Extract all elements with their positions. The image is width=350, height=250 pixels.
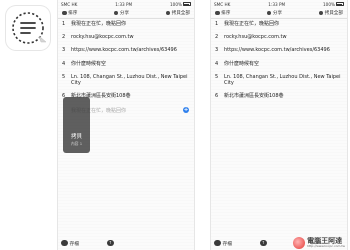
save-icon[interactable]: [61, 239, 68, 247]
clock: 1:33 PM: [115, 1, 133, 7]
sort-label: 排序: [221, 11, 231, 16]
item-text: Ln. 108, Changan St., Luzhou Dist., New …: [224, 73, 341, 87]
list-item[interactable]: 2 rocky.hsu@kocpc.com.tw: [62, 34, 190, 40]
watermark-logo-icon: [293, 237, 306, 249]
battery-percent: 100%: [170, 1, 182, 7]
popup-title: 拷貝: [70, 133, 82, 140]
item-text: 新北市蘆洲區長安街108巷: [224, 93, 284, 100]
list-item[interactable]: 6 新北市蘆洲區長安街108巷: [215, 93, 343, 99]
list-item[interactable]: 1 我現在正在忙，晚點回你: [215, 21, 343, 27]
share-up-icon[interactable]: ↑: [107, 239, 114, 247]
sort-icon: [62, 10, 67, 16]
item-text: 你什麼時候有空: [224, 60, 260, 67]
watermark: 電腦王阿達 http://www.kocpc.com.tw: [293, 237, 345, 249]
clip-list: 1 我現在正在忙，晚點回你 2 rocky.hsu@kocpc.com.tw 3…: [211, 19, 347, 100]
share-label: 分享: [119, 11, 130, 16]
item-number: 2: [215, 34, 219, 41]
copy-all-label: 拷貝全部: [324, 11, 343, 16]
list-item[interactable]: 5 Ln. 108, Changan St., Luzhou Dist., Ne…: [62, 74, 190, 87]
sort-button[interactable]: 排序: [60, 9, 79, 17]
watermark-url: http://www.kocpc.com.tw: [307, 244, 345, 248]
battery-percent: 100%: [323, 1, 335, 7]
list-item[interactable]: 1 我現在正在忙，晚點回你: [62, 21, 190, 27]
item-text: 我現在正在忙，晚點回你: [71, 21, 127, 27]
item-number: 1: [62, 21, 66, 27]
toolbar: 排序 分享 拷貝全部: [211, 8, 347, 19]
clock: 1:33 PM: [268, 1, 286, 7]
notepad-app-icon: [6, 6, 50, 50]
item-text: rocky.hsu@kocpc.com.tw: [71, 34, 134, 41]
list-item[interactable]: 4 你什麼時候有空: [62, 61, 190, 67]
item-number: 4: [62, 60, 66, 67]
carrier-label: SMC HK: [214, 1, 231, 7]
item-text: rocky.hsu@kocpc.com.tw: [224, 34, 287, 41]
sort-button[interactable]: 排序: [213, 9, 232, 17]
battery-icon: [336, 2, 344, 6]
copy-all-button[interactable]: 拷貝全部: [164, 9, 192, 17]
phone-screen: SMC HK 1:33 PM 100% 排序 分享 拷貝全部 1 我現在正在忙，…: [210, 0, 348, 250]
item-number: 3: [215, 47, 219, 54]
item-text: https://www.kocpc.com.tw/archives/63496: [71, 47, 177, 54]
copy-all-icon: [165, 10, 171, 16]
copy-all-button[interactable]: 拷貝全部: [317, 9, 345, 17]
save-button-label[interactable]: 存檔: [70, 240, 80, 247]
save-icon[interactable]: [214, 239, 221, 247]
status-bar: SMC HK 1:33 PM 100%: [211, 0, 347, 8]
list-item[interactable]: 3 https://www.kocpc.com.tw/archives/6349…: [62, 47, 190, 53]
add-icon[interactable]: +: [183, 107, 189, 114]
share-icon: [266, 10, 272, 16]
item-number: 5: [215, 73, 219, 80]
carrier-label: SMC HK: [61, 1, 78, 7]
item-text: 我現在正在忙，晚點回你: [224, 21, 280, 27]
share-button[interactable]: 分享: [265, 9, 284, 17]
copied-popup: 拷貝 內容 1: [63, 97, 90, 153]
item-number: 6: [215, 93, 219, 100]
save-button-label[interactable]: 存檔: [223, 240, 233, 247]
battery-icon: [183, 2, 191, 6]
item-number: 1: [215, 21, 219, 27]
item-text: 你什麼時候有空: [71, 60, 107, 67]
sort-label: 排序: [68, 11, 78, 16]
share-label: 分享: [272, 11, 283, 16]
status-bar: SMC HK 1:33 PM 100%: [58, 0, 194, 8]
item-number: 5: [62, 73, 66, 80]
item-text: Ln. 108, Changan St., Luzhou Dist., New …: [71, 73, 188, 87]
share-up-icon[interactable]: ↑: [260, 239, 267, 247]
list-item[interactable]: 4 你什麼時候有空: [215, 61, 343, 67]
watermark-text: 電腦王阿達 http://www.kocpc.com.tw: [307, 238, 345, 248]
copy-all-icon: [318, 10, 324, 16]
list-item[interactable]: 5 Ln. 108, Changan St., Luzhou Dist., Ne…: [215, 74, 343, 87]
share-button[interactable]: 分享: [112, 9, 131, 17]
bottom-bar: 存檔 ↑: [58, 236, 194, 250]
sort-icon: [215, 10, 220, 16]
item-number: 4: [215, 60, 219, 67]
list-item[interactable]: 2 rocky.hsu@kocpc.com.tw: [215, 34, 343, 40]
item-number: 3: [62, 47, 66, 54]
item-text: https://www.kocpc.com.tw/archives/63496: [224, 47, 330, 54]
item-number: 2: [62, 34, 66, 41]
share-icon: [113, 10, 119, 16]
list-item[interactable]: 3 https://www.kocpc.com.tw/archives/6349…: [215, 47, 343, 53]
toolbar: 排序 分享 拷貝全部: [58, 8, 194, 19]
copy-all-label: 拷貝全部: [171, 11, 190, 16]
popup-subtitle: 內容 1: [70, 141, 83, 146]
